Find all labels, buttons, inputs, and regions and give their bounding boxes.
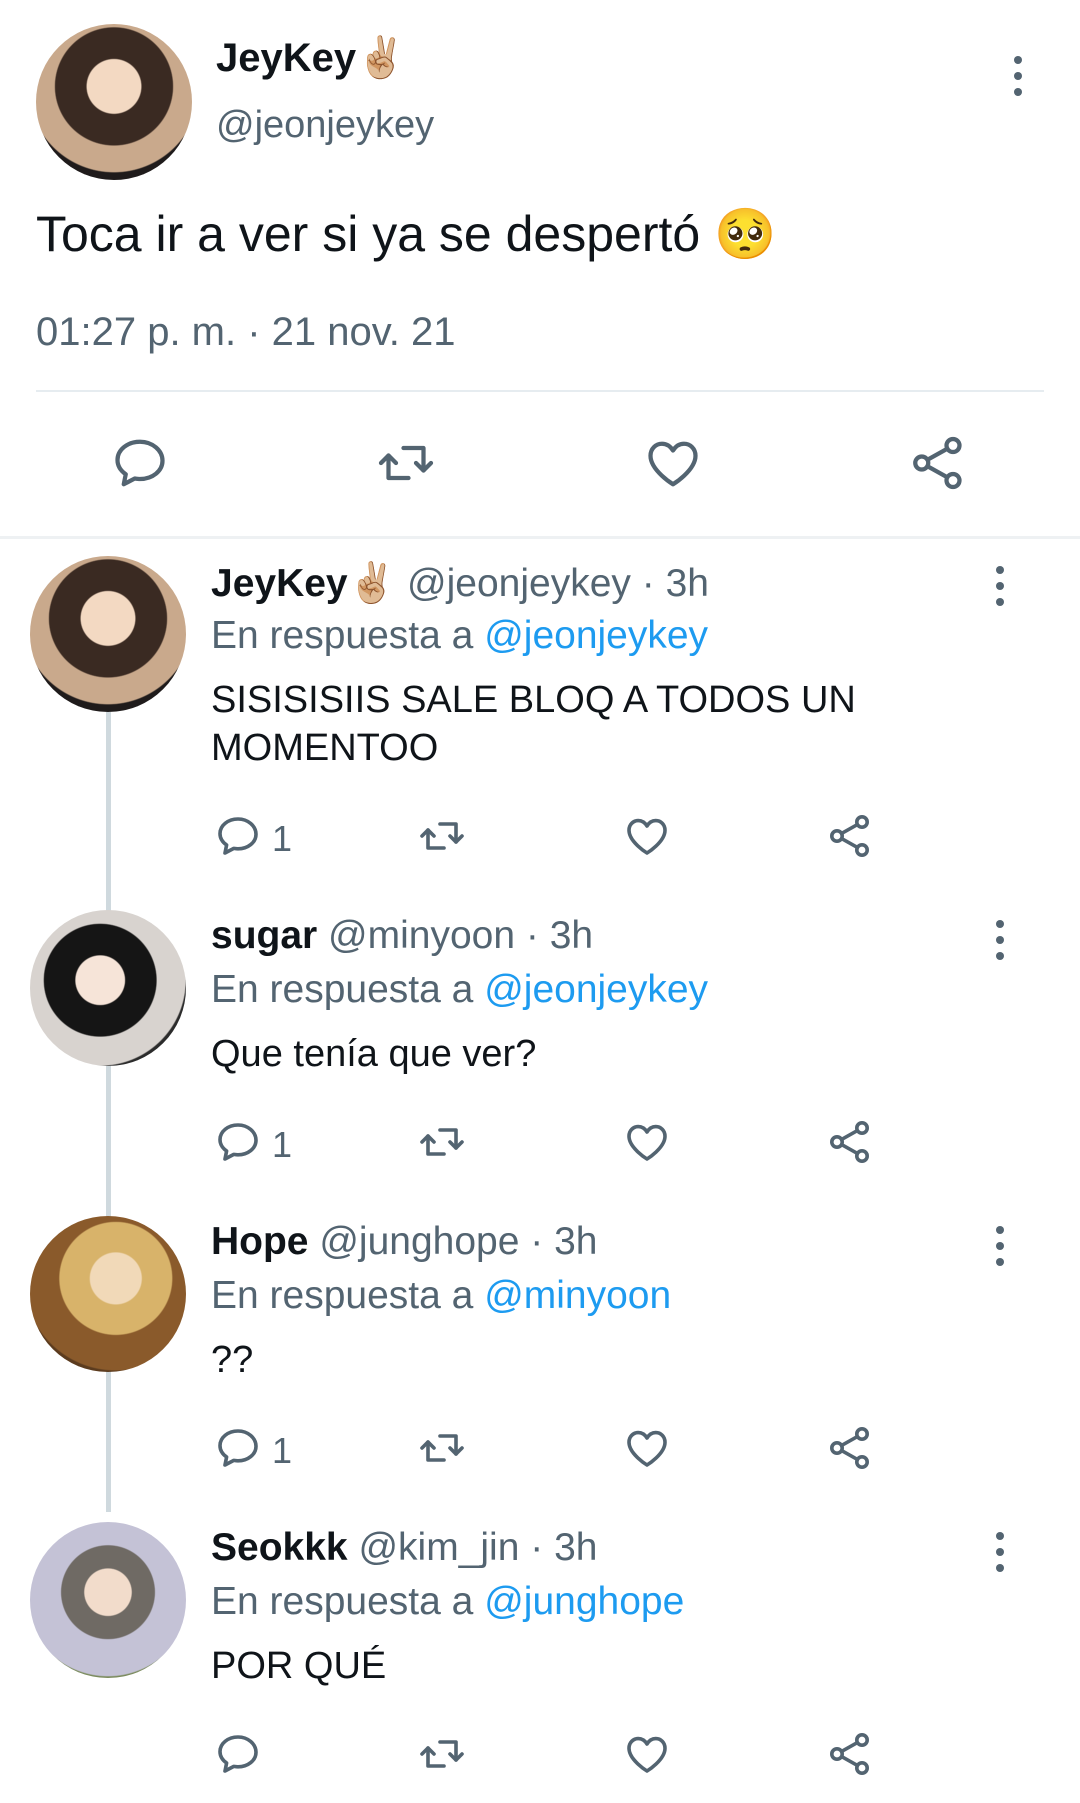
- retweet-icon[interactable]: [416, 1118, 468, 1166]
- retweet-icon[interactable]: [374, 433, 438, 493]
- mention-link[interactable]: @junghope: [484, 1580, 684, 1623]
- avatar[interactable]: [36, 24, 192, 180]
- reply-actions: [0, 1726, 1080, 1786]
- reply-actions: 1: [0, 1420, 1080, 1480]
- in-reply-to: En respuesta a @junghope: [211, 1580, 685, 1623]
- reply-text: SISISISIIS SALE BLOQ A TODOS UN MOMENTOO: [211, 679, 856, 769]
- victory-hand-emoji: ✌🏼: [347, 562, 397, 605]
- reply-time: · 3h: [641, 562, 709, 605]
- like-icon[interactable]: [642, 433, 704, 493]
- reply-count: 1: [272, 818, 293, 859]
- author-handle[interactable]: @minyoon: [328, 914, 515, 957]
- section-separator: [0, 536, 1080, 539]
- reply-header: sugar @minyoon · 3h: [211, 914, 593, 958]
- more-options-icon[interactable]: [990, 920, 1010, 960]
- author-name[interactable]: Hope: [211, 1220, 309, 1263]
- mention-link[interactable]: @jeonjeykey: [484, 614, 708, 657]
- author-handle[interactable]: @jeonjeykey: [216, 104, 434, 147]
- reply-count: 1: [272, 1124, 293, 1165]
- reply-time: · 3h: [525, 914, 594, 957]
- author-name[interactable]: JeyKey: [211, 562, 348, 605]
- divider: [36, 390, 1044, 392]
- mention-link[interactable]: @minyoon: [484, 1274, 671, 1317]
- tweet-timestamp: 01:27 p. m. · 21 nov. 21: [36, 310, 456, 354]
- reply-time: · 3h: [530, 1220, 598, 1263]
- like-icon[interactable]: [622, 1730, 672, 1778]
- retweet-icon[interactable]: [416, 812, 468, 860]
- reply-text: ??: [211, 1339, 254, 1381]
- share-icon[interactable]: [908, 433, 968, 493]
- author-name[interactable]: JeyKey✌🏼: [216, 34, 406, 81]
- like-icon[interactable]: [622, 1118, 672, 1166]
- avatar[interactable]: [30, 1216, 186, 1372]
- more-options-icon[interactable]: [990, 566, 1010, 606]
- in-reply-to: En respuesta a @jeonjeykey: [211, 614, 709, 657]
- avatar[interactable]: [30, 1522, 186, 1678]
- author-handle[interactable]: @jeonjeykey: [407, 562, 631, 605]
- reply-actions: 1: [0, 1114, 1080, 1174]
- more-options-icon[interactable]: [990, 1532, 1010, 1572]
- victory-hand-emoji: ✌🏼: [356, 36, 406, 80]
- like-icon[interactable]: [622, 1424, 672, 1472]
- reply-icon[interactable]: [214, 812, 262, 860]
- mention-link[interactable]: @jeonjeykey: [484, 968, 708, 1011]
- reply-icon[interactable]: [214, 1118, 262, 1166]
- reply-header: Hope @junghope · 3h: [211, 1220, 597, 1264]
- share-icon[interactable]: [826, 1424, 874, 1472]
- share-icon[interactable]: [826, 1118, 874, 1166]
- more-options-icon[interactable]: [990, 1226, 1010, 1266]
- tweet-text: Toca ir a ver si ya se despertó 🥺: [36, 206, 777, 262]
- reply-header: JeyKey✌🏼 @jeonjeykey · 3h: [211, 560, 709, 606]
- reply-text: Que tenía que ver?: [211, 1033, 537, 1075]
- like-icon[interactable]: [622, 812, 672, 860]
- main-tweet: JeyKey✌🏼 @jeonjeykey Toca ir a ver si ya…: [0, 0, 1080, 536]
- reply-icon[interactable]: [214, 1424, 262, 1472]
- in-reply-to: En respuesta a @minyoon: [211, 1274, 672, 1317]
- avatar[interactable]: [30, 910, 186, 1066]
- share-icon[interactable]: [826, 812, 874, 860]
- pleading-face-emoji: 🥺: [714, 206, 777, 262]
- reply-count: 1: [272, 1430, 293, 1471]
- retweet-icon[interactable]: [416, 1730, 468, 1778]
- reply-icon[interactable]: [214, 1730, 262, 1778]
- reply-time: · 3h: [530, 1526, 598, 1569]
- author-handle[interactable]: @kim_jin: [358, 1526, 519, 1569]
- share-icon[interactable]: [826, 1730, 874, 1778]
- reply-header: Seokkk @kim_jin · 3h: [211, 1526, 597, 1570]
- reply-actions: 1: [0, 808, 1080, 868]
- author-handle[interactable]: @junghope: [319, 1220, 519, 1263]
- in-reply-to: En respuesta a @jeonjeykey: [211, 968, 709, 1011]
- author-name[interactable]: Seokkk: [211, 1526, 348, 1569]
- more-options-icon[interactable]: [1008, 56, 1028, 96]
- tweet-actions: [0, 425, 1080, 505]
- reply-icon[interactable]: [110, 433, 170, 493]
- retweet-icon[interactable]: [416, 1424, 468, 1472]
- avatar[interactable]: [30, 556, 186, 712]
- author-name[interactable]: sugar: [211, 914, 317, 957]
- reply-text: POR QUÉ: [211, 1645, 387, 1687]
